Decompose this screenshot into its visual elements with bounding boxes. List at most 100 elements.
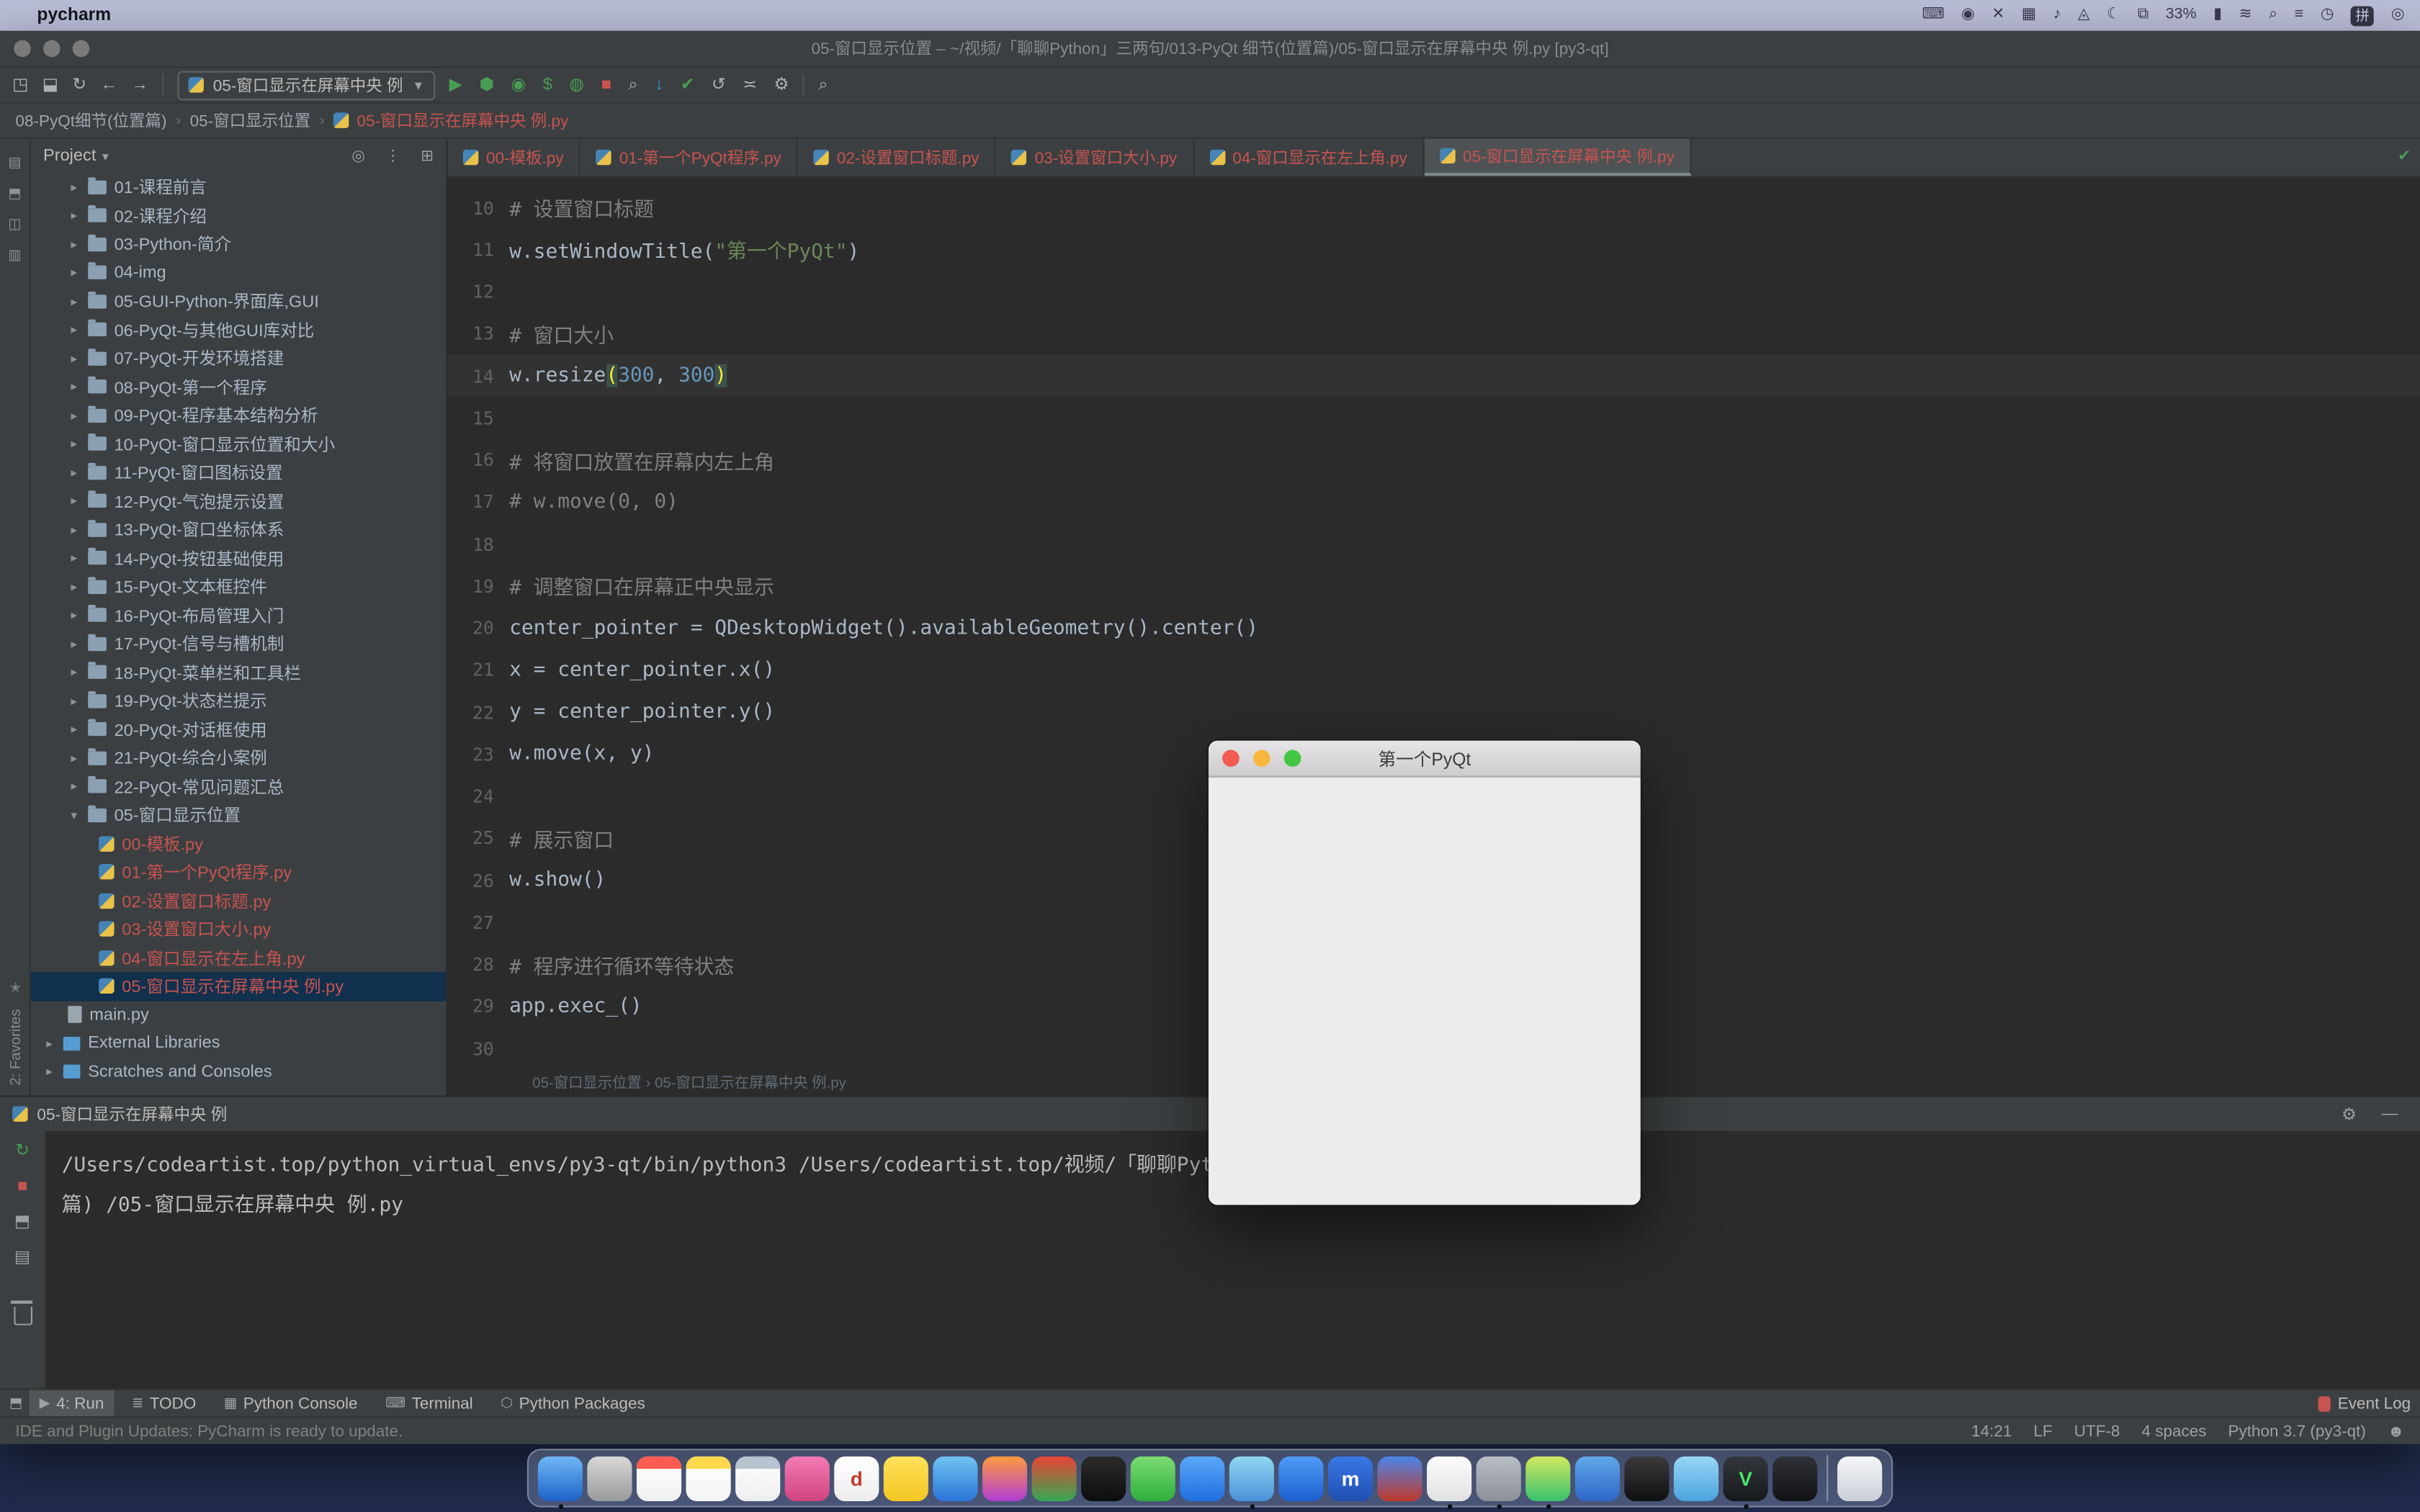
dock-icon-pink-app[interactable] <box>785 1456 830 1500</box>
chevron-down-icon[interactable]: ▾ <box>68 808 80 822</box>
dock-icon-terminal[interactable] <box>1773 1456 1817 1500</box>
dock-icon-android-emulator[interactable] <box>1525 1456 1570 1500</box>
chevron-right-icon[interactable]: ▸ <box>68 552 80 565</box>
tree-folder-item[interactable]: ▸03-Python-简介 <box>31 230 446 258</box>
dock-icon-utools[interactable] <box>1476 1456 1521 1500</box>
tree-folder-item[interactable]: ▾05-窗口显示位置 <box>31 801 446 829</box>
rerun-icon[interactable]: ↻ <box>15 1143 30 1161</box>
chevron-right-icon[interactable]: ▸ <box>68 380 80 394</box>
tree-folder-item[interactable]: ▸Scratches and Consoles <box>31 1058 446 1086</box>
coverage-icon[interactable]: ◉ <box>511 76 526 94</box>
save-all-icon[interactable]: ⬓ <box>42 76 58 94</box>
keyboard-icon[interactable]: ⌨ <box>1922 0 1945 31</box>
zoom-button[interactable] <box>73 40 90 58</box>
editor-bottom-breadcrumb[interactable]: 05-窗口显示位置 › 05-窗口显示在屏幕中央 例.py <box>532 1071 846 1092</box>
chevron-right-icon[interactable]: ▸ <box>43 1036 55 1050</box>
dock-icon-mweb[interactable]: m <box>1328 1456 1373 1500</box>
tree-folder-item[interactable]: ▸20-PyQt-对话框使用 <box>31 715 446 744</box>
tree-folder-item[interactable]: ▸16-PyQt-布局管理入门 <box>31 601 446 630</box>
tree-folder-item[interactable]: ▸09-PyQt-程序基本结构分析 <box>31 401 446 430</box>
chevron-right-icon[interactable]: ▸ <box>68 694 80 708</box>
dock-icon-dash-docs[interactable]: d <box>834 1456 879 1500</box>
dock-icon-safari[interactable] <box>933 1456 977 1500</box>
status-widget[interactable]: 14:21 <box>1971 1422 2012 1441</box>
dock-icon-red-blue-app[interactable] <box>1378 1456 1422 1500</box>
tool-strip-icon[interactable]: ⬒ <box>8 185 21 202</box>
dock-icon-firefox[interactable] <box>982 1456 1027 1500</box>
dock-icon-chrome[interactable] <box>1032 1456 1077 1500</box>
trash-icon[interactable] <box>13 1307 32 1326</box>
chevron-right-icon[interactable]: ▸ <box>68 780 80 793</box>
tree-folder-item[interactable]: ▸02-课程介绍 <box>31 202 446 230</box>
tree-folder-item[interactable]: ▸07-PyQt-开发环境搭建 <box>31 344 446 373</box>
code-line[interactable]: 11w.setWindowTitle("第一个PyQt") <box>447 229 2420 271</box>
profiler-icon[interactable]: $ <box>543 76 552 94</box>
tree-folder-item[interactable]: ▸06-PyQt-与其他GUI库对比 <box>31 315 446 344</box>
tree-folder-item[interactable]: ▸13-PyQt-窗口坐标体系 <box>31 516 446 544</box>
chevron-right-icon[interactable]: ▸ <box>68 608 80 622</box>
code-line[interactable]: 17# w.move(0, 0) <box>447 481 2420 523</box>
dock-icon-qq[interactable] <box>1081 1456 1126 1500</box>
breadcrumb-segment[interactable]: 08-PyQt细节(位置篇) <box>15 109 166 132</box>
music-icon[interactable]: ♪ <box>2053 0 2061 31</box>
pyqt-title-bar[interactable]: 第一个PyQt <box>1209 741 1641 778</box>
run-tab-label[interactable]: 05-窗口显示在屏幕中央 例 <box>37 1102 227 1125</box>
control-center-icon[interactable]: ≡ <box>2295 0 2304 31</box>
clock-icon[interactable]: ◷ <box>2321 0 2334 31</box>
chevron-right-icon[interactable]: ▸ <box>43 1065 55 1079</box>
chevron-right-icon[interactable]: ▸ <box>68 180 80 194</box>
editor-tab[interactable]: 02-设置窗口标题.py <box>798 139 996 176</box>
tree-folder-item[interactable]: ▸12-PyQt-气泡提示设置 <box>31 487 446 516</box>
chevron-right-icon[interactable]: ▸ <box>68 351 80 365</box>
open-icon[interactable]: ◳ <box>12 76 28 94</box>
battery-icon[interactable]: ▮ <box>2213 0 2222 31</box>
dock-icon-blue-round-app[interactable] <box>1278 1456 1323 1500</box>
close-button[interactable] <box>1222 750 1240 767</box>
status-widget[interactable]: 4 spaces <box>2141 1422 2206 1441</box>
dock-icon-wechat[interactable] <box>1131 1456 1175 1500</box>
vpn-icon[interactable]: ◬ <box>2078 0 2090 31</box>
chevron-right-icon[interactable]: ▸ <box>68 580 80 593</box>
ide-title-bar[interactable]: 05-窗口显示位置 – ~/视频/「聊聊Python」三两句/013-PyQt … <box>0 31 2420 68</box>
editor-tab[interactable]: 03-设置窗口大小.py <box>996 139 1194 176</box>
breadcrumb-current-file[interactable]: 05-窗口显示在屏幕中央 例.py <box>333 109 568 132</box>
wifi-icon[interactable]: ≋ <box>2239 0 2252 31</box>
run-configuration-select[interactable]: 05-窗口显示在屏幕中央 例 ▼ <box>177 71 435 100</box>
debug-icon[interactable]: ⬢ <box>479 76 494 94</box>
settings-icon[interactable]: ⚙ <box>774 76 789 94</box>
project-header-icon[interactable]: ⋮ <box>385 148 400 165</box>
tree-folder-item[interactable]: ▸10-PyQt-窗口显示位置和大小 <box>31 430 446 459</box>
status-message[interactable]: IDE and Plugin Updates: PyCharm is ready… <box>15 1422 403 1441</box>
dock-icon-blue-chat[interactable] <box>1180 1456 1224 1500</box>
moon-icon[interactable]: ☾ <box>2107 0 2120 31</box>
editor-tab[interactable]: 05-窗口显示在屏幕中央 例.py <box>1424 139 1691 176</box>
code-line[interactable]: 19# 调整窗口在屏幕正中央显示 <box>447 565 2420 607</box>
chevron-right-icon[interactable]: ▸ <box>68 437 80 451</box>
dock-icon-obs-camera[interactable] <box>1624 1456 1669 1500</box>
dock-icon-textedit[interactable] <box>735 1456 780 1500</box>
tool-strip-icon[interactable]: ▥ <box>8 247 21 264</box>
grid-icon[interactable]: ▦ <box>2022 0 2036 31</box>
favorites-tool-button[interactable]: 2: Favorites <box>7 1009 24 1086</box>
chevron-right-icon[interactable]: ▸ <box>68 466 80 480</box>
chevron-right-icon[interactable]: ▸ <box>68 494 80 508</box>
chevron-right-icon[interactable]: ▸ <box>68 323 80 336</box>
spotlight-icon[interactable]: ⌕ <box>2269 0 2277 31</box>
tree-folder-item[interactable]: ▸04-img <box>31 258 446 287</box>
rollback-icon[interactable]: ↺ <box>712 76 726 94</box>
tree-folder-item[interactable]: ▸05-GUI-Python-界面库,GUI <box>31 287 446 316</box>
tree-folder-item[interactable]: ▸22-PyQt-常见问题汇总 <box>31 773 446 801</box>
tree-folder-item[interactable]: ▸21-PyQt-综合小案例 <box>31 744 446 773</box>
code-line[interactable]: 22y = center_pointer.y() <box>447 691 2420 733</box>
battery-percent[interactable]: 33% <box>2166 0 2197 31</box>
vcs-commit-icon[interactable]: ✔ <box>681 76 695 94</box>
tool-strip-icon[interactable]: ◫ <box>8 216 21 233</box>
vcs-update-icon[interactable]: ↓ <box>655 76 663 94</box>
tree-file-item[interactable]: 01-第一个PyQt程序.py <box>31 858 446 886</box>
chevron-right-icon[interactable]: ▸ <box>68 408 80 422</box>
tree-file-item[interactable]: 00-模板.py <box>31 829 446 858</box>
tool-window-button[interactable]: ▶4: Run <box>29 1390 115 1418</box>
dock-icon-yellow-app[interactable] <box>884 1456 928 1500</box>
minimize-button[interactable] <box>43 40 60 58</box>
siri-icon[interactable]: ◎ <box>2391 0 2405 31</box>
